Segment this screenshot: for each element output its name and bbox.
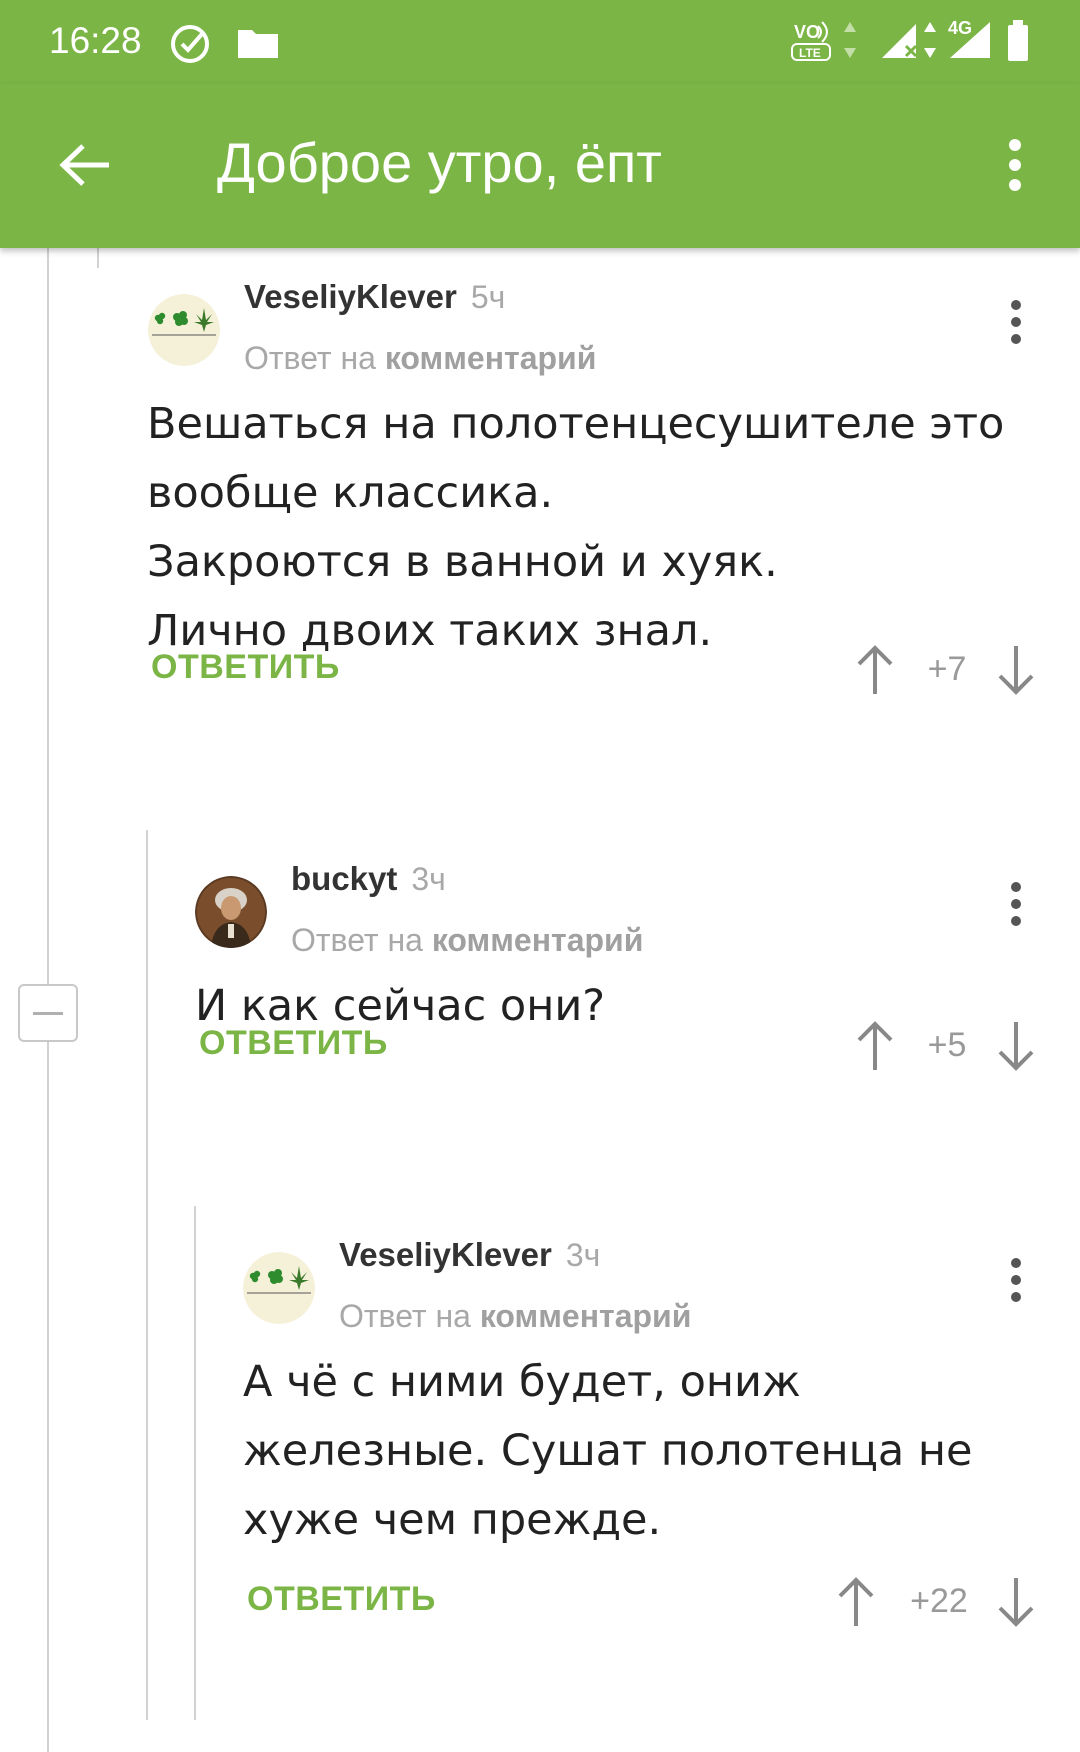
avatar[interactable] [148, 294, 220, 366]
reply-target-link[interactable]: комментарий [385, 340, 597, 376]
comment-more-button[interactable] [996, 1242, 1036, 1322]
reply-prefix: Ответ на [291, 922, 423, 958]
more-vert-icon [1010, 1258, 1022, 1306]
reply-to-label: Ответ на комментарий [291, 922, 643, 959]
avatar[interactable] [195, 876, 267, 948]
author-name[interactable]: VeseliyKlever [339, 1236, 552, 1273]
svg-text:LTE: LTE [799, 46, 821, 60]
comment-score: +7 [927, 650, 967, 688]
arrow-down-icon [996, 1020, 1036, 1076]
signal-icon [880, 20, 924, 64]
arrow-up-icon [855, 644, 895, 700]
comment-time: 5ч [470, 279, 506, 315]
signal-4g-icon: 4G [944, 16, 996, 64]
comments-list[interactable]: VeseliyKlever 5ч Ответ на комментарий Веш… [0, 248, 1080, 1752]
arrow-up-icon [836, 1576, 876, 1632]
back-button[interactable] [50, 132, 120, 202]
comment-time: 3ч [411, 861, 446, 897]
volte-icon: VO LTE [790, 18, 834, 68]
data-arrows-icon [842, 20, 858, 64]
reply-button[interactable]: ОТВЕТИТЬ [151, 648, 340, 687]
upvote-button[interactable] [853, 1018, 897, 1078]
reply-target-link[interactable]: комментарий [480, 1298, 692, 1334]
comment-body: А чё с ними будет, ониж железные. Сушат … [243, 1357, 973, 1545]
comment-author[interactable]: VeseliyKlever 3ч [339, 1236, 600, 1274]
downvote-button[interactable] [994, 642, 1038, 702]
more-vert-icon [1008, 139, 1022, 195]
reply-to-label: Ответ на комментарий [339, 1298, 691, 1335]
app-bar: Доброе утро, ёпт [0, 84, 1080, 248]
overflow-menu-button[interactable] [990, 132, 1040, 202]
comment-more-button[interactable] [996, 866, 1036, 946]
comment-author[interactable]: VeseliyKlever 5ч [244, 278, 505, 316]
svg-text:VO: VO [794, 22, 820, 42]
comment-more-button[interactable] [996, 284, 1036, 364]
comment-score: +5 [927, 1026, 967, 1064]
downvote-button[interactable] [994, 1018, 1038, 1078]
upvote-button[interactable] [853, 642, 897, 702]
comment-body: Вешаться на полотенцесушителе это вообще… [147, 399, 1005, 656]
comment-author[interactable]: buckyt 3ч [291, 860, 446, 898]
author-name[interactable]: buckyt [291, 860, 397, 897]
upvote-button[interactable] [834, 1574, 878, 1634]
comment-item: VeseliyKlever 3ч Ответ на комментарий А ч… [0, 1184, 1080, 1724]
battery-icon [1006, 20, 1030, 66]
comment-item: buckyt 3ч Ответ на комментарий И как сейч… [0, 808, 1080, 1188]
author-name[interactable]: VeseliyKlever [244, 278, 457, 315]
comment-time: 3ч [565, 1237, 601, 1273]
more-vert-icon [1010, 300, 1022, 348]
downvote-button[interactable] [994, 1574, 1038, 1634]
reply-prefix: Ответ на [339, 1298, 471, 1334]
data-arrows-icon [922, 20, 938, 64]
status-bar: 16:28 VO LTE 4G [0, 0, 1080, 84]
avatar[interactable] [243, 1252, 315, 1324]
arrow-down-icon [996, 644, 1036, 700]
svg-text:4G: 4G [948, 18, 972, 38]
arrow-down-icon [996, 1576, 1036, 1632]
check-circle-icon [168, 22, 212, 70]
reply-to-label: Ответ на комментарий [244, 340, 596, 377]
comment-item: VeseliyKlever 5ч Ответ на комментарий Веш… [0, 248, 1080, 778]
reply-prefix: Ответ на [244, 340, 376, 376]
comment-score: +22 [910, 1582, 968, 1620]
more-vert-icon [1010, 882, 1022, 930]
reply-target-link[interactable]: комментарий [432, 922, 644, 958]
reply-button[interactable]: ОТВЕТИТЬ [247, 1580, 436, 1619]
status-time: 16:28 [49, 20, 142, 61]
reply-button[interactable]: ОТВЕТИТЬ [199, 1024, 388, 1063]
page-title: Доброе утро, ёпт [217, 131, 662, 194]
arrow-back-icon [57, 140, 113, 194]
arrow-up-icon [855, 1020, 895, 1076]
folder-icon [236, 26, 280, 64]
